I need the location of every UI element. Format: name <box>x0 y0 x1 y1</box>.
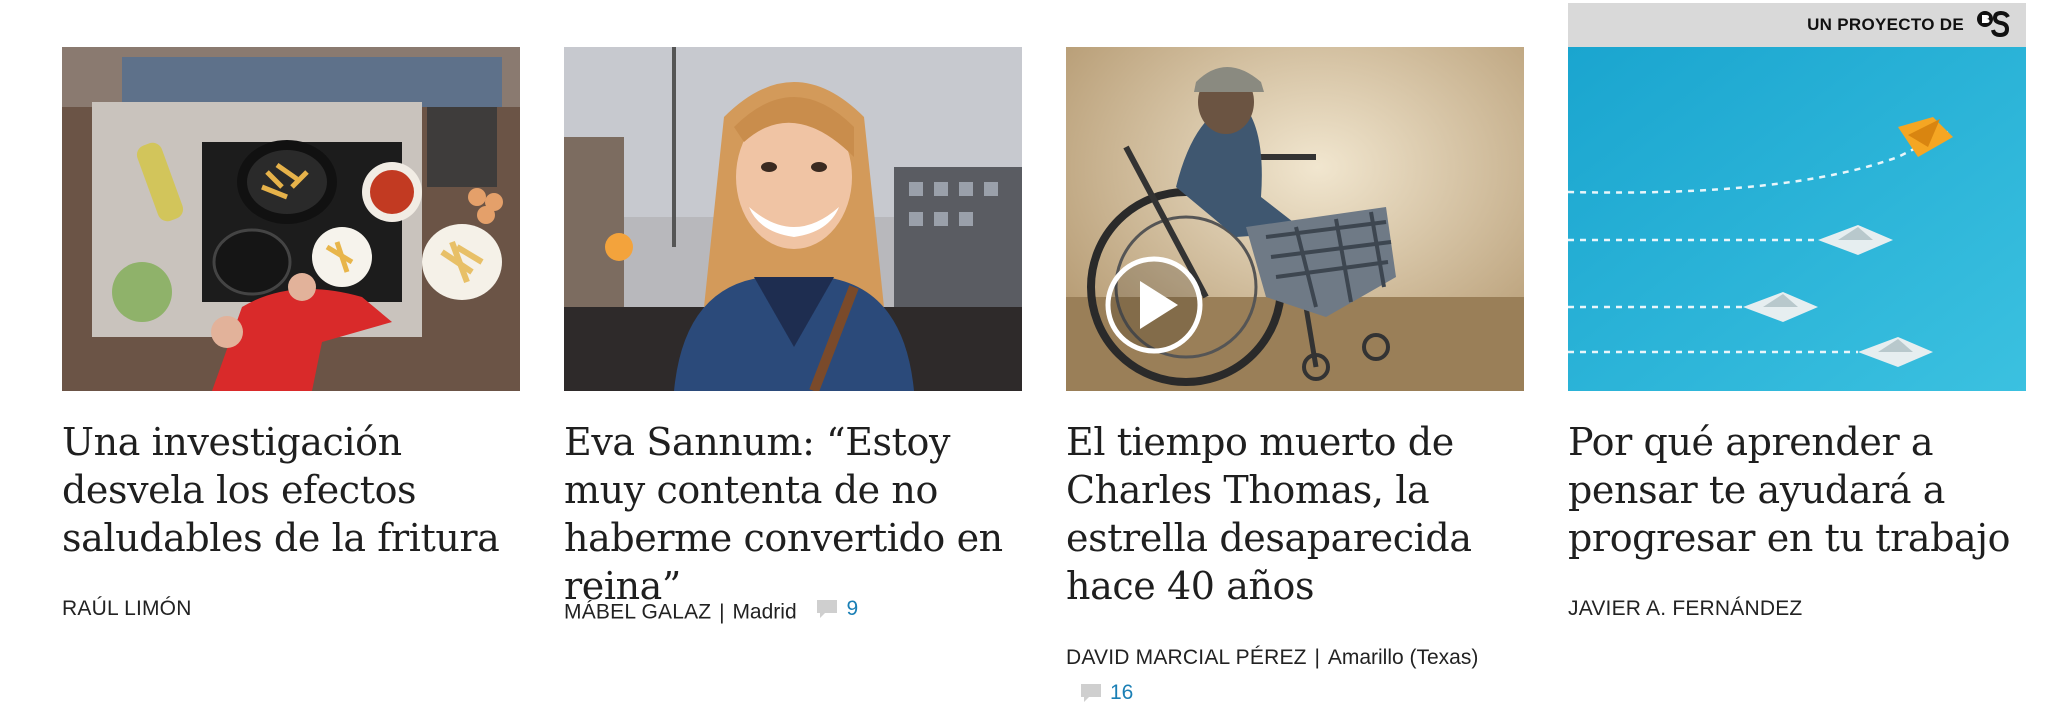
article-headline-2[interactable]: Eva Sannum: “Estoy muy contenta de no ha… <box>564 418 1022 610</box>
comment-count-3[interactable]: 16 <box>1110 675 1133 710</box>
article-location-3: Amarillo (Texas) <box>1327 646 1479 669</box>
article-image-4[interactable] <box>1568 47 2026 391</box>
article-byline-2: MÁBEL GALAZ | Madrid 9 <box>564 591 1034 630</box>
sponsor-bar[interactable]: UN PROYECTO DE <box>1568 3 2026 47</box>
speech-bubble-icon <box>1081 683 1101 702</box>
article-card-1: Una investigación desvela los efectos sa… <box>62 0 520 720</box>
article-author-1[interactable]: RAÚL LIMÓN <box>62 597 192 620</box>
article-author-3[interactable]: DAVID MARCIAL PÉREZ <box>1066 646 1307 669</box>
play-icon[interactable] <box>1105 256 1203 354</box>
article-author-4[interactable]: JAVIER A. FERNÁNDEZ <box>1568 597 1802 620</box>
article-comments-2[interactable]: 9 <box>816 591 858 626</box>
article-image-1[interactable] <box>62 47 520 391</box>
paper-boats-illustration <box>1568 47 2026 391</box>
article-headline-3[interactable]: El tiempo muerto de Charles Thomas, la e… <box>1066 418 1524 610</box>
portrait-photo <box>564 47 1022 391</box>
article-card-3: El tiempo muerto de Charles Thomas, la e… <box>1066 0 1524 720</box>
sponsor-label: UN PROYECTO DE <box>1807 15 1964 34</box>
article-image-3[interactable] <box>1066 47 1524 391</box>
byline-separator: | <box>1308 646 1326 669</box>
article-byline-4: JAVIER A. FERNÁNDEZ <box>1568 591 2038 626</box>
article-card-4: UN PROYECTO DE Por qué aprender a pensar… <box>1568 0 2026 720</box>
article-byline-1: RAÚL LIMÓN <box>62 591 532 626</box>
comment-count-2[interactable]: 9 <box>846 591 858 626</box>
kitchen-photo <box>62 47 520 391</box>
bs-logo <box>1977 10 2010 38</box>
speech-bubble-icon <box>817 599 838 618</box>
article-byline-3: DAVID MARCIAL PÉREZ | Amarillo (Texas) 1… <box>1066 640 1526 714</box>
article-image-2[interactable] <box>564 47 1022 391</box>
article-headline-1[interactable]: Una investigación desvela los efectos sa… <box>62 418 520 562</box>
article-card-2: Eva Sannum: “Estoy muy contenta de no ha… <box>564 0 1022 720</box>
wheelchair-photo <box>1066 47 1524 391</box>
article-location-2: Madrid <box>732 600 797 624</box>
byline-separator: | <box>713 600 731 624</box>
article-grid: Una investigación desvela los efectos sa… <box>62 0 2038 720</box>
article-comments-3[interactable]: 16 <box>1080 675 1133 710</box>
article-author-2[interactable]: MÁBEL GALAZ <box>564 601 711 624</box>
article-headline-4[interactable]: Por qué aprender a pensar te ayudará a p… <box>1568 418 2026 562</box>
